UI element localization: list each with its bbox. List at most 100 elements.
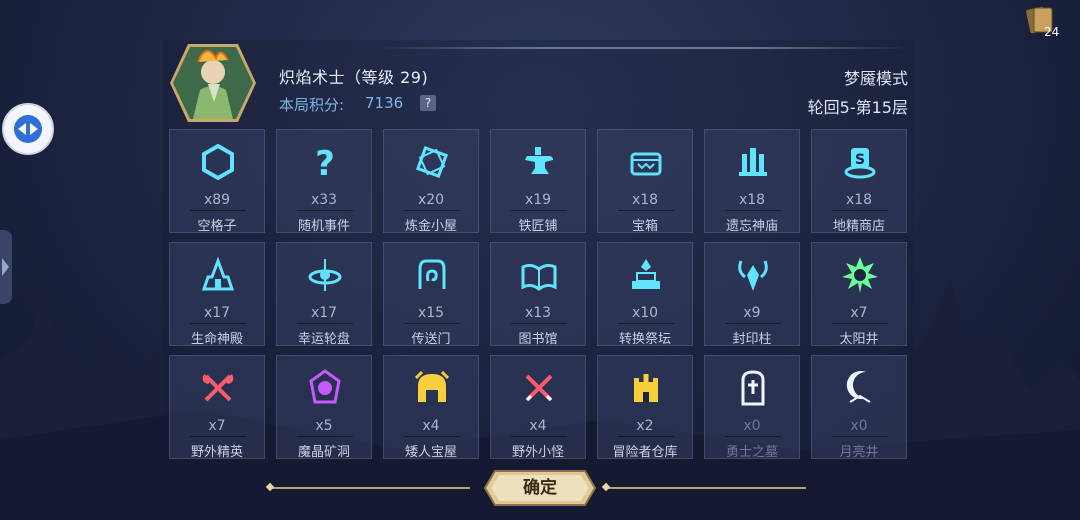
confirm-button[interactable]: 确定	[483, 469, 597, 507]
moon-icon	[846, 371, 871, 403]
tile-name: 幸运轮盘	[297, 332, 350, 347]
tile-name: 野外小怪	[511, 445, 564, 460]
tile-count: x0	[743, 418, 761, 434]
alchemy-icon	[415, 145, 449, 179]
floor-progress: 轮回5-第15层	[807, 98, 908, 117]
tile-name: 太阳井	[839, 332, 879, 347]
tile-name: 冒险者仓库	[612, 445, 678, 460]
tile-divider	[190, 436, 246, 437]
score-label: 本局积分:	[279, 96, 345, 114]
tile-cell[interactable]: x17 生命神殿	[169, 242, 265, 347]
tile-name: 封印柱	[732, 332, 772, 347]
tile-name: 遗忘神庙	[725, 219, 778, 234]
hexagon-icon	[202, 143, 234, 181]
tile-cell[interactable]: x7 野外精英	[169, 355, 265, 460]
tile-name: 宝箱	[631, 219, 658, 234]
tile-cell[interactable]: x18 宝箱	[597, 129, 693, 234]
portal-icon	[418, 259, 446, 289]
tile-divider	[725, 323, 781, 324]
tile-count: x9	[743, 305, 761, 321]
tile-cell[interactable]: x2 冒险者仓库	[597, 355, 693, 460]
tile-name: 生命神殿	[190, 332, 243, 347]
seal-icon	[738, 260, 768, 291]
tile-divider	[618, 210, 674, 211]
tile-divider	[832, 436, 888, 437]
tile-divider	[725, 210, 781, 211]
fast-forward-icon	[14, 115, 42, 143]
tile-name: 随机事件	[297, 219, 350, 234]
tile-cell[interactable]: x15 传送门	[383, 242, 479, 347]
side-drawer-tab[interactable]	[0, 230, 12, 304]
tile-cell[interactable]: x20 炼金小屋	[383, 129, 479, 234]
tile-divider	[832, 210, 888, 211]
tile-cell[interactable]: x17 幸运轮盘	[276, 242, 372, 347]
tile-count: x17	[203, 305, 231, 321]
tile-count: x18	[631, 192, 659, 208]
anvil-icon	[525, 147, 553, 174]
avatar	[168, 42, 258, 124]
confirm-label: 确定	[523, 478, 557, 498]
tile-name: 地精商店	[832, 219, 885, 234]
tile-name: 转换祭坛	[618, 332, 671, 347]
tile-cell[interactable]: Sx18 地精商店	[811, 129, 907, 234]
axes-icon	[202, 374, 234, 402]
tile-count: x4	[529, 418, 547, 434]
tile-count: x10	[631, 305, 659, 321]
tile-name: 铁匠铺	[518, 219, 558, 234]
tile-divider	[511, 210, 567, 211]
tile-cell[interactable]: x9 封印柱	[704, 242, 800, 347]
tile-cell[interactable]: x4 矮人宝屋	[383, 355, 479, 460]
left-ornament-line	[270, 487, 470, 489]
swords-icon	[525, 374, 553, 402]
tile-count: x18	[845, 192, 873, 208]
tile-count: x4	[422, 418, 440, 434]
tile-name: 野外精英	[190, 445, 243, 460]
tile-name: 传送门	[411, 332, 451, 347]
tile-count: x0	[850, 418, 868, 434]
tile-cell[interactable]: x0 勇士之墓	[704, 355, 800, 460]
tile-divider	[511, 436, 567, 437]
tile-count: x33	[310, 192, 338, 208]
tile-divider	[511, 323, 567, 324]
header-divider	[380, 47, 910, 49]
tile-cell[interactable]: x0 月亮井	[811, 355, 907, 460]
altar-icon	[632, 259, 660, 289]
shop-icon: S	[844, 148, 876, 179]
chevron-right-icon	[2, 258, 9, 276]
tile-divider	[404, 210, 460, 211]
tile-divider	[190, 323, 246, 324]
tile-cell[interactable]: x89 空格子	[169, 129, 265, 234]
tile-name: 月亮井	[839, 445, 879, 460]
tomb-icon	[741, 370, 765, 406]
tile-cell[interactable]: x19 铁匠铺	[490, 129, 586, 234]
tile-count: x18	[738, 192, 766, 208]
speed-toggle-button[interactable]	[2, 103, 54, 155]
tile-name: 勇士之墓	[725, 445, 778, 460]
right-ornament-line	[606, 487, 806, 489]
tile-divider	[404, 323, 460, 324]
tile-cell[interactable]: x4 野外小怪	[490, 355, 586, 460]
tile-cell[interactable]: x13 图书馆	[490, 242, 586, 347]
score-value: 7136	[365, 94, 404, 112]
tile-divider	[297, 323, 353, 324]
helmet-icon	[414, 370, 450, 402]
tile-name: 魔晶矿洞	[297, 445, 350, 460]
tile-name: 炼金小屋	[404, 219, 457, 234]
tile-cell[interactable]: ? x33 随机事件	[276, 129, 372, 234]
tile-cell[interactable]: x10 转换祭坛	[597, 242, 693, 347]
tile-cell[interactable]: x18 遗忘神庙	[704, 129, 800, 234]
tile-count: x17	[310, 305, 338, 321]
tile-cell[interactable]: x7 太阳井	[811, 242, 907, 347]
tile-count: x15	[417, 305, 445, 321]
crystal-icon	[309, 369, 341, 404]
castle-icon	[634, 374, 658, 402]
tile-divider	[832, 323, 888, 324]
tile-divider	[618, 323, 674, 324]
score-help-button[interactable]: ?	[420, 95, 436, 111]
svg-text:S: S	[855, 152, 865, 168]
tile-count: x2	[636, 418, 654, 434]
tile-count: x89	[203, 192, 231, 208]
tile-cell[interactable]: x5 魔晶矿洞	[276, 355, 372, 460]
tile-count: x13	[524, 305, 552, 321]
tile-count: x19	[524, 192, 552, 208]
